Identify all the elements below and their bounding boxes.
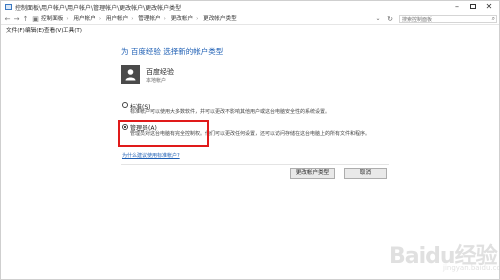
minimize-button[interactable]: –	[449, 1, 465, 13]
search-box[interactable]: ⌕	[399, 15, 497, 23]
menu-view[interactable]: 查看(V)	[44, 27, 63, 35]
standard-account-help-link[interactable]: 为什么建议使用标准帐户?	[122, 152, 180, 159]
refresh-icon[interactable]: ↻	[385, 14, 395, 24]
up-arrow-icon[interactable]: ↑	[21, 14, 30, 24]
breadcrumb-item[interactable]: 更改帐户	[171, 16, 193, 22]
maximize-button[interactable]	[465, 1, 481, 13]
control-panel-window: 控制面板\用户帐户\用户帐户\管理帐户\更改帐户\更改帐户类型 – ✕ ← → …	[0, 0, 500, 280]
address-bar: ← → ↑ ▣ 控制面板 › 用户帐户 › 用户帐户 › 管理帐户 › 更改帐户 › 更改…	[1, 13, 499, 25]
cancel-button[interactable]: 取消	[344, 168, 387, 179]
page-title: 为 百度经验 选择新的帐户类型	[121, 47, 224, 56]
menu-file[interactable]: 文件(F)	[6, 27, 25, 35]
menu-tools[interactable]: 工具(T)	[63, 27, 82, 35]
breadcrumb-item[interactable]: 控制面板	[41, 16, 63, 22]
baidu-watermark: Baidu经验 jingyan.baidu.com	[389, 234, 500, 278]
highlight-box	[118, 120, 209, 147]
title-bar: 控制面板\用户帐户\用户帐户\管理帐户\更改帐户\更改帐户类型 – ✕	[1, 1, 499, 13]
menu-edit[interactable]: 编辑(E)	[25, 27, 44, 35]
forward-arrow-icon[interactable]: →	[12, 14, 21, 24]
account-type: 本地帐户	[146, 78, 167, 84]
chevron-down-icon[interactable]: ⌄	[373, 14, 383, 24]
standard-description: 标准帐户可以使用大多数软件，并可以更改不影响其他用户或这台电脑安全性的系统设置。	[130, 109, 331, 115]
account-name: 百度经验	[146, 68, 174, 76]
menu-bar: 文件(F) 编辑(E) 查看(V) 工具(T)	[1, 26, 499, 36]
standard-radio[interactable]	[122, 102, 128, 108]
control-panel-home-icon[interactable]: ▣	[31, 14, 40, 24]
close-button[interactable]: ✕	[481, 1, 497, 13]
breadcrumb-item[interactable]: 更改帐户类型	[203, 16, 237, 22]
search-input[interactable]	[402, 16, 486, 23]
breadcrumb-item[interactable]: 用户帐户	[73, 16, 95, 22]
watermark-url: jingyan.baidu.com	[443, 264, 500, 272]
search-icon[interactable]: ⌕	[492, 15, 495, 23]
user-silhouette-icon	[125, 69, 136, 81]
avatar	[121, 65, 140, 84]
account-card: 百度经验 本地帐户	[121, 65, 321, 87]
breadcrumb-item[interactable]: 用户帐户	[106, 16, 128, 22]
breadcrumb[interactable]: 控制面板 › 用户帐户 › 用户帐户 › 管理帐户 › 更改帐户 › 更改帐户类型	[41, 15, 371, 24]
breadcrumb-item[interactable]: 管理帐户	[138, 16, 160, 22]
change-account-type-button[interactable]: 更改帐户类型	[290, 168, 335, 179]
back-arrow-icon[interactable]: ←	[3, 14, 12, 24]
control-panel-icon	[5, 4, 12, 10]
window-title: 控制面板\用户帐户\用户帐户\管理帐户\更改帐户\更改帐户类型	[15, 5, 182, 12]
divider	[121, 164, 389, 165]
